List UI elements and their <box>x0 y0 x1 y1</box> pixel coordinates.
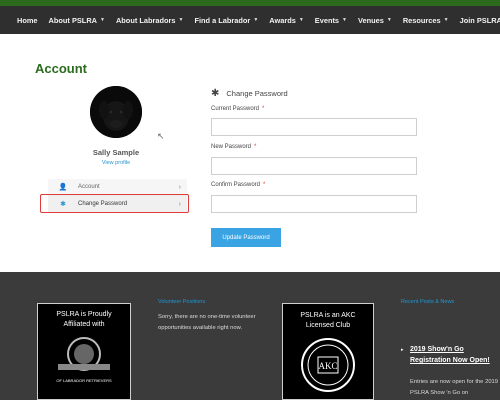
profile-name: Sally Sample <box>92 148 140 157</box>
update-password-button[interactable]: Update Password <box>211 228 281 247</box>
chevron-down-icon: ▼ <box>443 17 449 23</box>
current-password-label: Current Password * <box>211 106 264 112</box>
news-excerpt: Entries are now open for the 2019 PSLRA … <box>410 379 498 396</box>
chevron-down-icon: ▼ <box>178 17 184 23</box>
main-nav: Home About PSLRA ▼ About Labradors ▼ Find … <box>0 6 500 34</box>
nav-item-about-pslra[interactable]: About PSLRA ▼ <box>49 16 105 25</box>
nav-item-about-labradors[interactable]: About Labradors ▼ <box>116 16 184 25</box>
nav-item-label: Events <box>314 15 340 25</box>
volunteer-heading: Volunteer Positions <box>158 299 206 305</box>
nav-item-label: Awards <box>269 15 296 25</box>
highlight-box <box>40 194 189 213</box>
current-password-field[interactable] <box>211 118 417 136</box>
chevron-down-icon: ▼ <box>386 17 392 23</box>
nav-item-join-pslra[interactable]: Join PSLRA▼ <box>460 16 500 25</box>
avatar <box>90 86 142 138</box>
nav-item-label: Home <box>17 15 38 25</box>
akc-logo-text: AKC <box>318 361 337 371</box>
volunteer-text: Sorry, there are no one-time volunteer o… <box>158 314 256 331</box>
nav-item-resources[interactable]: Resources ▼ <box>403 16 449 25</box>
badge-text: PSLRA is an AKC Licensed Club <box>300 312 356 329</box>
nav-item-label: About Labradors <box>115 15 176 25</box>
confirm-password-field[interactable] <box>211 195 417 213</box>
akc-badge[interactable]: PSLRA is an AKC Licensed Club AKC <box>282 303 374 400</box>
new-password-label: New Password * <box>211 144 256 150</box>
affiliation-badge[interactable]: PSLRA is Proudly Affiliated with OF LABR… <box>37 303 131 400</box>
menu-item-label: Account <box>78 184 100 190</box>
news-post-link[interactable]: 2019 Show'n Go Registration Now Open! <box>410 344 490 366</box>
chevron-down-icon: ▼ <box>298 17 304 23</box>
akc-logo-icon: AKC <box>301 338 355 392</box>
club-seal-icon <box>58 337 110 371</box>
view-profile-link[interactable]: View profile <box>60 160 172 166</box>
gear-icon: ✱ <box>211 88 220 99</box>
nav-item-find-a-labrador[interactable]: Find a Labrador ▼ <box>194 16 258 25</box>
chevron-right-icon: › <box>178 183 181 191</box>
user-icon: 👤 <box>58 184 68 191</box>
nav-item-awards[interactable]: Awards ▼ <box>269 16 304 25</box>
new-password-field[interactable] <box>211 157 417 175</box>
nav-item-events[interactable]: Events ▼ <box>315 16 347 25</box>
label-text: New Password <box>211 144 252 150</box>
nav-item-venues[interactable]: Venues ▼ <box>358 16 392 25</box>
change-password-heading: ✱ Change Password <box>211 88 288 99</box>
nav-item-home[interactable]: Home <box>17 16 38 25</box>
nav-item-label: Venues <box>358 15 384 25</box>
mouse-pointer-icon: ↖ <box>157 131 165 141</box>
page-title: Account <box>35 61 87 76</box>
label-text: Current Password <box>211 106 260 112</box>
confirm-password-label: Confirm Password * <box>211 182 265 188</box>
nav-item-label: Join PSLRA <box>459 15 500 25</box>
chevron-down-icon: ▼ <box>342 17 347 23</box>
badge-caption: OF LABRADOR RETRIEVERS <box>56 378 112 383</box>
required-mark: * <box>262 106 265 112</box>
bullet-icon: ▸ <box>401 347 404 353</box>
heading-label: Change Password <box>226 89 288 98</box>
nav-item-label: About PSLRA <box>48 15 97 25</box>
chevron-down-icon: ▼ <box>253 17 259 23</box>
news-heading: Recent Posts & News <box>401 299 455 305</box>
nav-item-label: Resources <box>402 15 441 25</box>
label-text: Confirm Password <box>211 182 261 188</box>
nav-item-label: Find a Labrador <box>194 15 251 25</box>
chevron-down-icon: ▼ <box>100 17 105 23</box>
badge-text: PSLRA is Proudly Affiliated with <box>56 311 112 328</box>
required-mark: * <box>254 144 257 150</box>
required-mark: * <box>263 182 266 188</box>
